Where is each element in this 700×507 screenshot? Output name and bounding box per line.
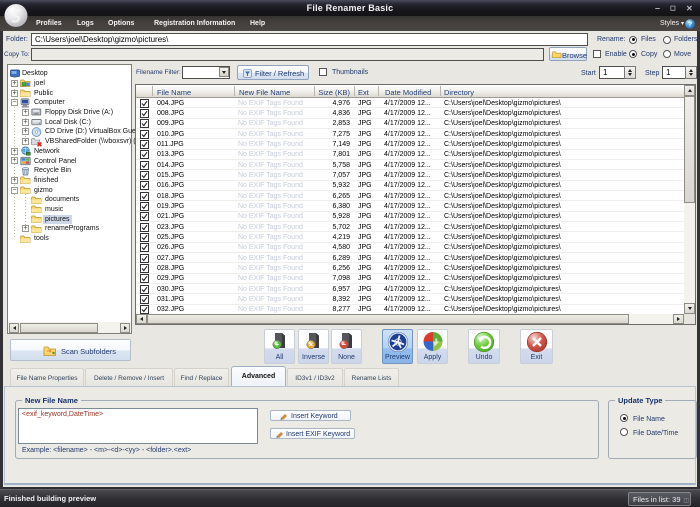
svg-text:?: ? <box>688 22 692 29</box>
svg-text:−: − <box>341 340 346 349</box>
svg-text:+: + <box>274 340 279 349</box>
svg-text:×: × <box>308 340 313 349</box>
